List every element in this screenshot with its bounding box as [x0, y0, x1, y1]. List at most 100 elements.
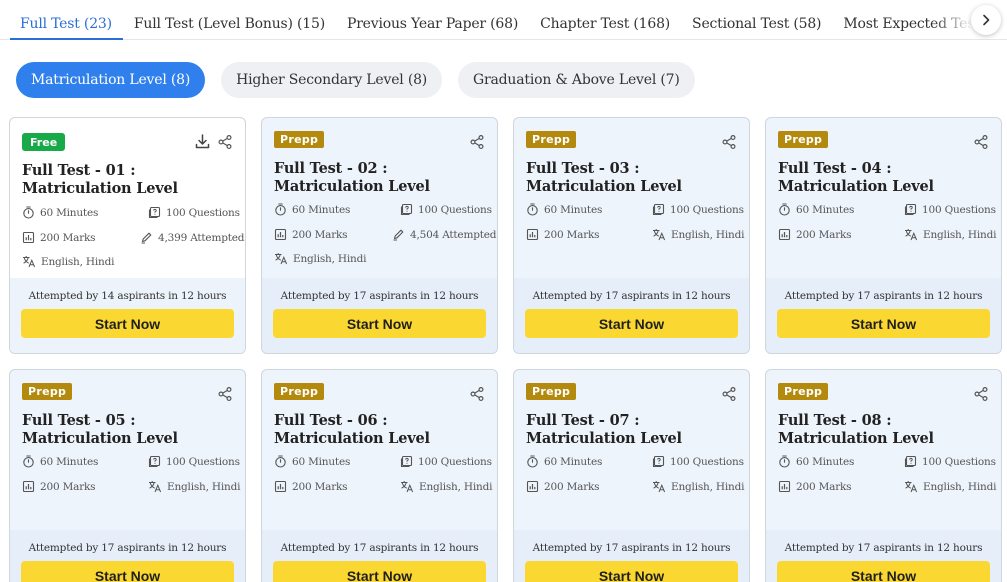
prepp-badge: Prepp [778, 131, 829, 148]
chart-icon [526, 228, 539, 241]
card-footer: Attempted by 17 aspirants in 12 hours Sta… [10, 530, 245, 582]
test-title: Full Test - 06 : Matriculation Level [274, 412, 430, 447]
card-footer: Attempted by 17 aspirants in 12 hours Sta… [514, 278, 749, 353]
question-count: 100 Questions [148, 455, 240, 468]
timer-icon [778, 455, 791, 468]
share-icon[interactable] [721, 134, 737, 150]
card-footer: Attempted by 17 aspirants in 12 hours Sta… [766, 278, 1001, 353]
chart-icon [274, 480, 287, 493]
languages: English, Hindi [22, 255, 114, 268]
timer-icon [526, 203, 539, 216]
question-icon [400, 203, 413, 216]
duration: 60 Minutes [274, 203, 350, 216]
pen-icon [140, 231, 153, 244]
translate-icon [652, 480, 666, 493]
total-marks: 200 Marks [22, 480, 96, 493]
total-marks: 200 Marks [22, 231, 96, 244]
tab-list: Full Test (23) Full Test (Level Bonus) (1… [10, 0, 976, 40]
start-now-button[interactable]: Start Now [273, 561, 486, 582]
question-count: 100 Questions [652, 203, 744, 216]
test-card[interactable]: Prepp Full Test - 05 : Matriculation Leve… [9, 369, 246, 582]
question-count: 100 Questions [400, 203, 492, 216]
languages: English, Hindi [904, 480, 996, 493]
total-marks: 200 Marks [274, 228, 348, 241]
start-now-button[interactable]: Start Now [525, 309, 738, 338]
start-now-button[interactable]: Start Now [777, 561, 990, 582]
download-icon[interactable] [194, 133, 211, 150]
test-card[interactable]: Free Full Test - 01 : Matriculation Level… [9, 117, 246, 354]
level-pill-matriculation-level[interactable]: Matriculation Level (8) [16, 62, 206, 98]
question-count: 100 Questions [904, 455, 996, 468]
test-title: Full Test - 01 : Matriculation Level [22, 162, 178, 197]
translate-icon [904, 228, 918, 241]
languages: English, Hindi [904, 228, 996, 241]
test-title: Full Test - 03 : Matriculation Level [526, 160, 682, 195]
languages: English, Hindi [148, 480, 240, 493]
timer-icon [778, 203, 791, 216]
share-icon[interactable] [469, 386, 485, 402]
chevron-right-icon [983, 14, 990, 26]
question-count: 100 Questions [904, 203, 996, 216]
share-icon[interactable] [973, 134, 989, 150]
level-pill-higher-secondary-level[interactable]: Higher Secondary Level (8) [221, 62, 443, 98]
tabs-next-button[interactable] [971, 5, 1001, 35]
share-icon[interactable] [217, 386, 233, 402]
duration: 60 Minutes [778, 455, 854, 468]
card-header: Prepp [22, 383, 233, 406]
total-marks: 200 Marks [526, 480, 600, 493]
level-filter: Matriculation Level (8) Higher Secondary … [16, 62, 695, 98]
start-now-button[interactable]: Start Now [525, 561, 738, 582]
test-card[interactable]: Prepp Full Test - 02 : Matriculation Leve… [261, 117, 498, 354]
prepp-badge: Prepp [526, 383, 577, 400]
test-card[interactable]: Prepp Full Test - 03 : Matriculation Leve… [513, 117, 750, 354]
card-header: Prepp [274, 131, 485, 154]
share-icon[interactable] [469, 134, 485, 150]
question-count: 100 Questions [652, 455, 744, 468]
prepp-badge: Prepp [274, 131, 325, 148]
recent-attempts: Attempted by 17 aspirants in 12 hours [784, 290, 983, 302]
duration: 60 Minutes [22, 455, 98, 468]
tab-fade [933, 0, 973, 38]
recent-attempts: Attempted by 17 aspirants in 12 hours [532, 290, 731, 302]
chart-icon [778, 228, 791, 241]
start-now-button[interactable]: Start Now [777, 309, 990, 338]
question-icon [652, 455, 665, 468]
test-title: Full Test - 05 : Matriculation Level [22, 412, 178, 447]
test-card[interactable]: Prepp Full Test - 07 : Matriculation Leve… [513, 369, 750, 582]
test-card[interactable]: Prepp Full Test - 04 : Matriculation Leve… [765, 117, 1002, 354]
recent-attempts: Attempted by 17 aspirants in 12 hours [784, 542, 983, 554]
test-title: Full Test - 04 : Matriculation Level [778, 160, 934, 195]
duration: 60 Minutes [22, 206, 98, 219]
card-header: Prepp [526, 383, 737, 406]
duration: 60 Minutes [274, 455, 350, 468]
chart-icon [22, 231, 35, 244]
start-now-button[interactable]: Start Now [21, 561, 234, 582]
translate-icon [148, 480, 162, 493]
start-now-button[interactable]: Start Now [21, 309, 234, 338]
share-icon[interactable] [721, 386, 737, 402]
timer-icon [526, 455, 539, 468]
test-title: Full Test - 08 : Matriculation Level [778, 412, 934, 447]
question-icon [904, 455, 917, 468]
share-icon[interactable] [973, 386, 989, 402]
question-count: 100 Questions [400, 455, 492, 468]
timer-icon [22, 206, 35, 219]
tab-previous-year-paper[interactable]: Previous Year Paper (68) [336, 0, 529, 40]
prepp-badge: Prepp [778, 383, 829, 400]
tab-sectional-test[interactable]: Sectional Test (58) [681, 0, 832, 40]
test-card[interactable]: Prepp Full Test - 06 : Matriculation Leve… [261, 369, 498, 582]
timer-icon [22, 455, 35, 468]
tab-chapter-test[interactable]: Chapter Test (168) [529, 0, 681, 40]
level-pill-graduation-above-level[interactable]: Graduation & Above Level (7) [458, 62, 695, 98]
question-icon [652, 203, 665, 216]
card-footer: Attempted by 17 aspirants in 12 hours Sta… [262, 278, 497, 353]
start-now-button[interactable]: Start Now [273, 309, 486, 338]
test-card[interactable]: Prepp Full Test - 08 : Matriculation Leve… [765, 369, 1002, 582]
tab-full-test[interactable]: Full Test (Level Bonus) (15) [123, 0, 336, 40]
total-marks: 200 Marks [778, 228, 852, 241]
tab-full-test[interactable]: Full Test (23) [10, 0, 123, 40]
share-icon[interactable] [217, 134, 233, 150]
languages: English, Hindi [400, 480, 492, 493]
translate-icon [274, 252, 288, 265]
card-footer: Attempted by 14 aspirants in 12 hours Sta… [10, 278, 245, 353]
